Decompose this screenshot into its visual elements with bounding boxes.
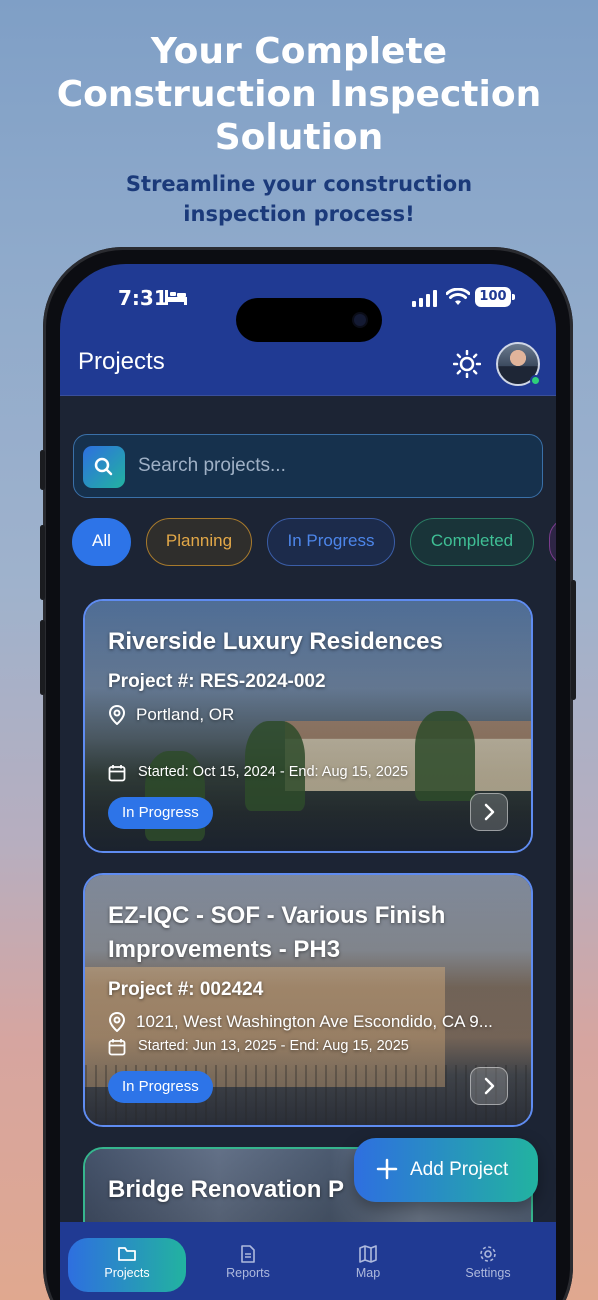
- cellular-signal-icon: [412, 290, 437, 307]
- project-title: Bridge Renovation P: [108, 1176, 345, 1203]
- user-avatar[interactable]: [496, 342, 541, 386]
- status-badge: In Progress: [108, 797, 213, 829]
- search-bar[interactable]: [73, 434, 543, 498]
- calendar-icon: [108, 1039, 126, 1056]
- page-title: Projects: [78, 348, 165, 375]
- nav-label: Reports: [226, 1266, 270, 1280]
- hero-subtitle: Streamline your construction inspection …: [125, 172, 473, 226]
- status-bar: 7:31 100: [60, 286, 556, 342]
- filter-chip-planning[interactable]: Planning: [146, 518, 252, 566]
- project-number: Project #: 002424: [108, 979, 264, 1000]
- calendar-icon: [108, 765, 126, 782]
- open-project-button[interactable]: [470, 793, 508, 831]
- status-time: 7:31: [118, 286, 168, 310]
- nav-label: Settings: [465, 1266, 511, 1280]
- nav-item-settings[interactable]: Settings: [429, 1238, 547, 1292]
- filter-chip-in-progress[interactable]: In Progress: [267, 518, 395, 566]
- search-input[interactable]: [138, 451, 518, 481]
- project-dates: Started: Jun 13, 2025 - End: Aug 15, 202…: [108, 1038, 409, 1060]
- project-dates: Started: Oct 15, 2024 - End: Aug 15, 202…: [108, 764, 408, 786]
- project-card[interactable]: Riverside Luxury Residences Project #: R…: [83, 599, 533, 853]
- folder-icon: [118, 1247, 136, 1261]
- theme-toggle-sun-icon[interactable]: [453, 350, 481, 378]
- project-location: 1021, West Washington Ave Escondido, CA …: [108, 1011, 493, 1037]
- project-number: Project #: RES-2024-002: [108, 671, 326, 692]
- add-project-label: Add Project: [410, 1159, 509, 1180]
- location-pin-icon: [108, 1011, 126, 1033]
- project-dates-text: Started: Oct 15, 2024 - End: Aug 15, 202…: [138, 764, 409, 780]
- open-project-button[interactable]: [470, 1067, 508, 1105]
- filter-chip-completed[interactable]: Completed: [410, 518, 534, 566]
- add-project-button[interactable]: Add Project: [354, 1138, 538, 1202]
- filter-chip-overflow[interactable]: [549, 518, 556, 566]
- nav-item-projects[interactable]: Projects: [68, 1238, 186, 1292]
- hero-title: Your Complete Construction Inspection So…: [56, 31, 542, 158]
- search-button[interactable]: [83, 446, 125, 488]
- online-status-dot: [530, 375, 541, 386]
- nav-label: Map: [355, 1266, 381, 1280]
- location-pin-icon: [108, 704, 126, 726]
- project-card[interactable]: EZ-IQC - SOF - Various Finish Improvemen…: [83, 873, 533, 1127]
- project-title: EZ-IQC - SOF - Various Finish Improvemen…: [108, 902, 446, 963]
- phone-side-button: [40, 450, 45, 490]
- search-icon: [94, 457, 113, 476]
- phone-side-button: [571, 580, 576, 700]
- battery-indicator: 100: [475, 287, 515, 307]
- nav-item-map[interactable]: Map: [309, 1238, 427, 1292]
- plus-icon: [376, 1158, 398, 1180]
- project-location-text: Portland, OR: [136, 705, 235, 724]
- project-title: Riverside Luxury Residences: [108, 628, 443, 655]
- chevron-right-icon: [484, 1077, 495, 1095]
- wifi-icon: [446, 288, 470, 305]
- nav-item-reports[interactable]: Reports: [189, 1238, 307, 1292]
- nav-label: Projects: [104, 1266, 150, 1280]
- project-dates-text: Started: Jun 13, 2025 - End: Aug 15, 202…: [138, 1038, 409, 1054]
- gear-icon: [480, 1246, 496, 1262]
- dynamic-island: [236, 298, 382, 342]
- chevron-right-icon: [484, 803, 495, 821]
- filter-chip-all[interactable]: All: [72, 518, 131, 566]
- project-location: Portland, OR: [108, 704, 234, 730]
- status-badge: In Progress: [108, 1071, 213, 1103]
- bottom-nav: Projects Reports Map Settings: [60, 1222, 556, 1300]
- phone-side-button: [40, 620, 45, 695]
- phone-side-button: [40, 525, 45, 600]
- document-icon: [241, 1245, 255, 1263]
- map-icon: [359, 1245, 377, 1263]
- hero-section: Your Complete Construction Inspection So…: [0, 30, 598, 229]
- project-location-text: 1021, West Washington Ave Escondido, CA …: [136, 1012, 493, 1031]
- app-bar: 7:31 100 Projects: [60, 264, 556, 396]
- sleep-mode-icon: [165, 290, 187, 305]
- filter-chips: All Planning In Progress Completed: [72, 518, 556, 566]
